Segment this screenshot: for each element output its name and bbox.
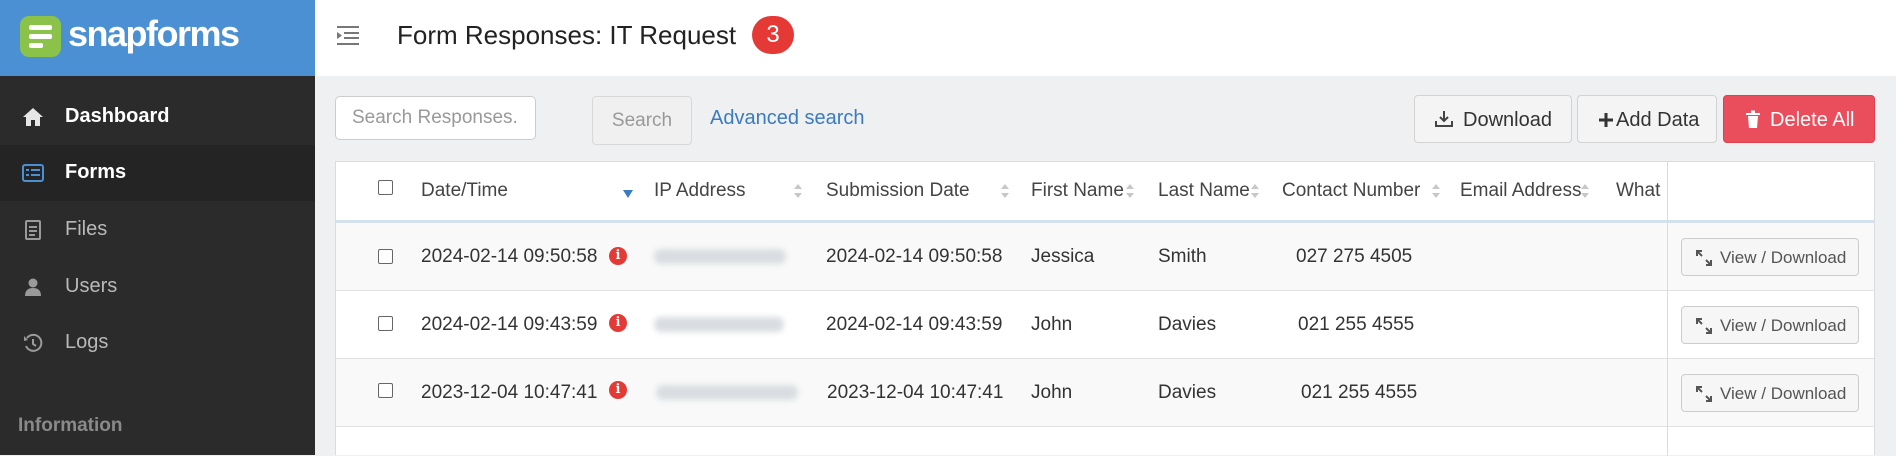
view-download-button[interactable]: View / Download [1681,238,1859,276]
sidebar-item-label: Logs [65,331,109,353]
page-scrollbar[interactable] [1885,76,1896,455]
sidebar-item-forms[interactable]: Forms [0,145,315,201]
column-header-submission-date[interactable]: Submission Date [826,180,970,202]
sidebar-item-users[interactable]: Users [0,259,315,315]
snapforms-logo-icon [20,16,61,57]
sort-icon[interactable] [1126,183,1134,199]
sidebar-item-label: Users [65,275,118,297]
sort-icon[interactable] [1432,183,1440,199]
expand-icon [1696,318,1712,334]
sort-icon[interactable] [794,183,802,199]
row-datetime: 2024-02-14 09:43:59 [421,314,598,335]
sidebar-item-logs[interactable]: Logs [0,315,315,371]
sidebar-item-label: Files [65,218,108,240]
table-header: Date/Time IP Address Submission Date Fir… [336,162,1874,223]
column-header-what[interactable]: What [1616,180,1660,202]
row-last-name: Davies [1158,314,1217,335]
view-download-label: View / Download [1720,384,1847,403]
column-header-last-name[interactable]: Last Name [1158,180,1250,202]
add-data-label: Add Data [1616,109,1700,131]
column-header-datetime[interactable]: Date/Time [421,180,508,202]
row-checkbox[interactable] [378,249,393,264]
brand-bar[interactable]: snapforms [0,0,315,76]
page-title: Form Responses: IT Request [397,20,737,50]
sort-icon[interactable] [1251,183,1259,199]
row-contact-number: 027 275 4505 [1296,246,1413,267]
row-submission-date: 2024-02-14 09:50:58 [826,246,1003,267]
advanced-search-link[interactable]: Advanced search [710,107,865,130]
delete-all-label: Delete All [1770,109,1855,131]
row-checkbox[interactable] [378,383,393,398]
info-icon[interactable]: i [609,381,627,399]
select-all-checkbox[interactable] [378,180,393,195]
column-header-email-address[interactable]: Email Address [1460,180,1581,202]
trash-icon [1746,110,1760,128]
history-icon [24,333,43,352]
column-header-contact-number[interactable]: Contact Number [1282,180,1420,202]
ip-address-redacted [654,317,784,332]
download-icon [1435,111,1453,127]
row-submission-date: 2024-02-14 09:43:59 [826,314,1003,335]
row-first-name: Jessica [1031,246,1095,267]
sort-icon[interactable] [1581,183,1589,199]
table-row: 2023-12-04 10:47:41 i 2023-12-04 10:47:4… [336,359,1874,427]
search-input[interactable] [335,96,536,140]
row-first-name: John [1031,314,1073,335]
table-row: 2024-02-14 09:50:58 i 2024-02-14 09:50:5… [336,223,1874,291]
file-icon [25,220,41,240]
menu-toggle-icon[interactable] [335,24,361,46]
column-header-ip-address[interactable]: IP Address [654,180,746,202]
row-last-name: Davies [1158,382,1217,403]
sidebar: snapforms Dashboard Forms Files Users Lo… [0,0,315,455]
row-submission-date: 2023-12-04 10:47:41 [827,382,1004,403]
column-header-first-name[interactable]: First Name [1031,180,1124,202]
responses-table: Date/Time IP Address Submission Date Fir… [335,161,1875,456]
row-contact-number: 021 255 4555 [1298,314,1415,335]
view-download-button[interactable]: View / Download [1681,374,1859,412]
sidebar-item-label: Dashboard [65,105,170,127]
ip-address-redacted [654,249,786,264]
info-icon[interactable]: i [609,247,627,265]
ip-address-redacted [656,385,798,400]
user-icon [25,278,41,296]
sort-icon[interactable] [1001,183,1009,199]
view-download-button[interactable]: View / Download [1681,306,1859,344]
expand-icon [1696,250,1712,266]
row-contact-number: 021 255 4555 [1301,382,1418,403]
plus-icon [1599,113,1613,127]
brand-name: snapforms [68,13,240,54]
sidebar-item-label: Forms [65,161,127,183]
download-label: Download [1463,109,1552,131]
top-header: Form Responses: IT Request 3 [315,0,1896,76]
sidebar-item-dashboard[interactable]: Dashboard [0,89,315,145]
delete-all-button[interactable]: Delete All [1723,95,1875,143]
response-count-badge: 3 [752,16,794,54]
view-download-label: View / Download [1720,248,1847,267]
row-first-name: John [1031,382,1073,403]
home-icon [23,108,43,126]
info-icon[interactable]: i [609,314,627,332]
table-row: 2024-02-14 09:43:59 i 2024-02-14 09:43:5… [336,291,1874,359]
sidebar-item-files[interactable]: Files [0,202,315,258]
download-button[interactable]: Download [1414,95,1572,143]
sort-desc-icon[interactable] [622,186,634,200]
actions-column-divider [1667,162,1668,456]
sidebar-section-information: Information [18,415,123,436]
row-checkbox[interactable] [378,316,393,331]
expand-icon [1696,386,1712,402]
row-last-name: Smith [1158,246,1207,267]
search-button[interactable]: Search [592,96,692,145]
view-download-label: View / Download [1720,316,1847,335]
forms-icon [22,164,44,182]
row-datetime: 2024-02-14 09:50:58 [421,246,598,267]
add-data-button[interactable]: Add Data [1577,95,1717,143]
row-datetime: 2023-12-04 10:47:41 [421,382,598,403]
